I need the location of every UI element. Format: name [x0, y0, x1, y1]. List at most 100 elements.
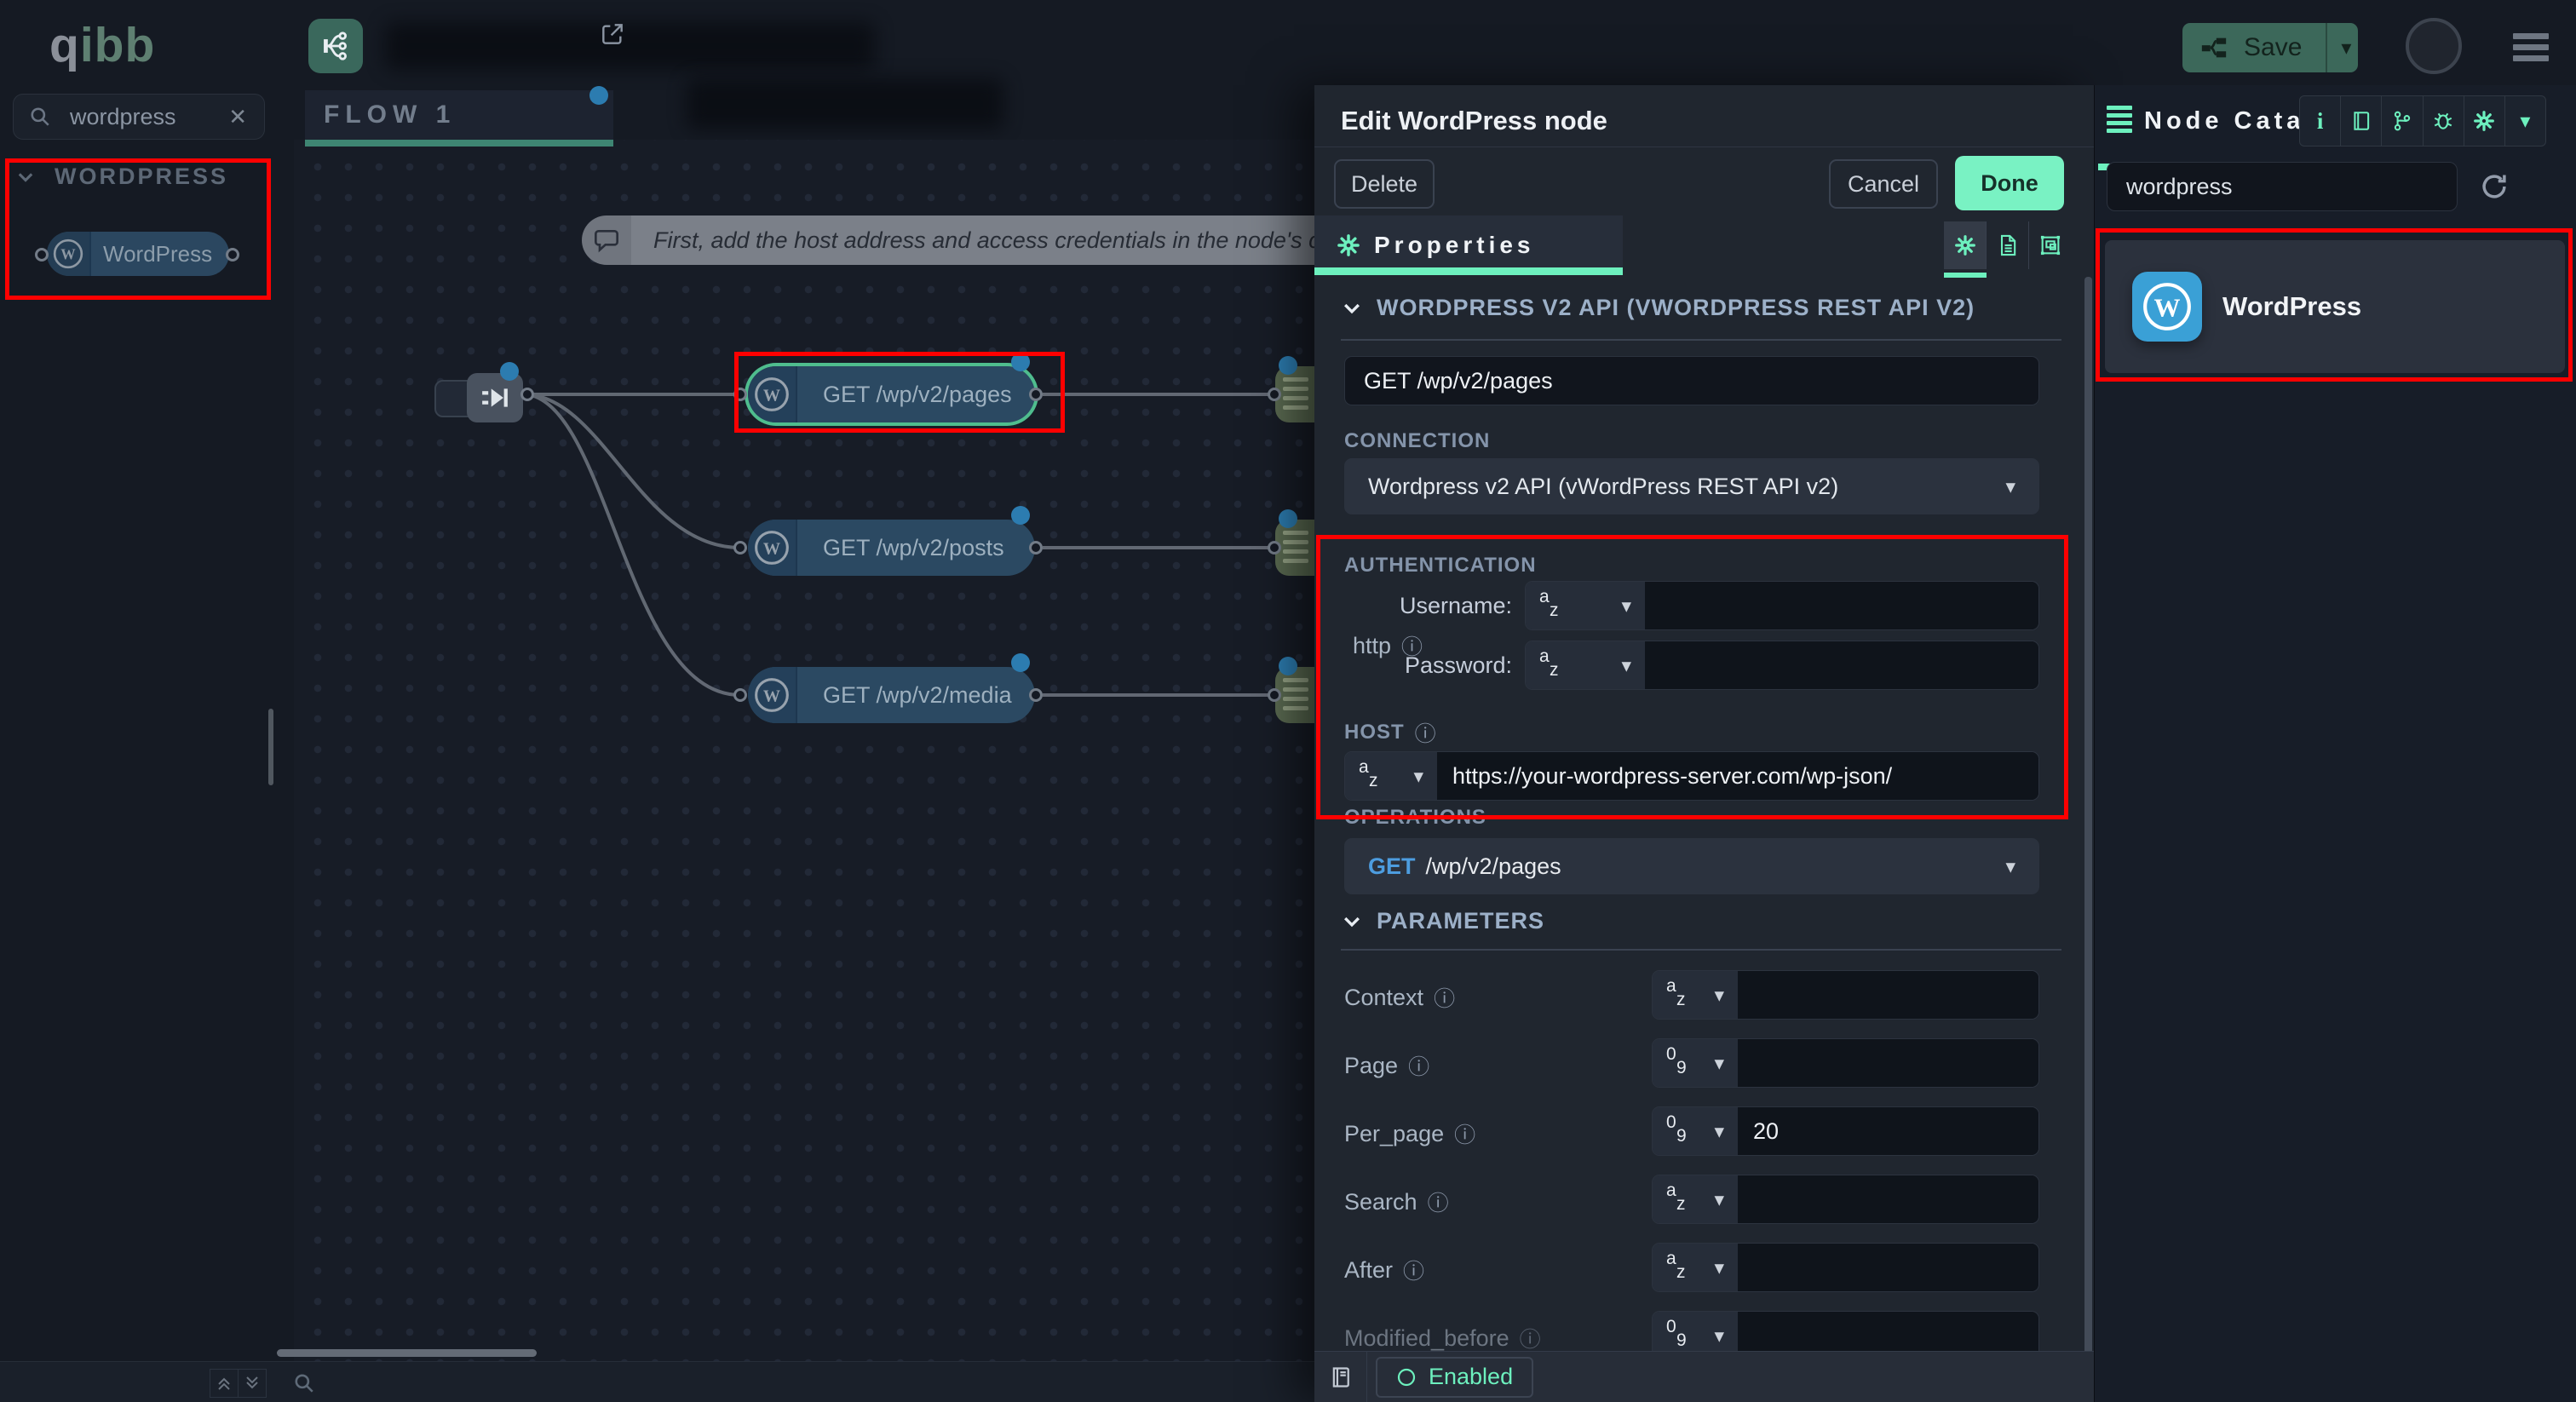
delete-button[interactable]: Delete: [1334, 159, 1435, 209]
node-port[interactable]: [1268, 541, 1281, 554]
canvas-zoom-search-icon[interactable]: [290, 1369, 319, 1398]
section-parameters[interactable]: PARAMETERS: [1341, 908, 1544, 934]
param-field-search[interactable]: az▾: [1652, 1175, 2039, 1224]
debug-button[interactable]: [2424, 96, 2464, 146]
save-button[interactable]: Save ▾: [2182, 23, 2358, 72]
done-button[interactable]: Done: [1955, 156, 2064, 210]
enabled-toggle[interactable]: Enabled: [1376, 1357, 1533, 1398]
cancel-button[interactable]: Cancel: [1829, 159, 1938, 209]
sidebar-search-value[interactable]: wordpress: [70, 104, 228, 130]
flow-canvas[interactable]: [294, 140, 1314, 1361]
edit-node-panel: Edit WordPress node Delete Cancel Done P…: [1314, 85, 2094, 1402]
sidebar-scrollbar[interactable]: [268, 709, 273, 785]
param-input[interactable]: [1738, 971, 2038, 1019]
info-icon[interactable]: ⓘ: [1403, 1255, 1424, 1285]
sidebar-section-wordpress[interactable]: WORDPRESS: [15, 164, 228, 190]
node-port[interactable]: [1029, 388, 1043, 401]
host-field[interactable]: az ▾ https://your-wordpress-server.com/w…: [1344, 751, 2039, 801]
param-type-select[interactable]: az▾: [1653, 1244, 1738, 1291]
password-field[interactable]: az ▾: [1525, 641, 2039, 690]
sidebar-node-wordpress[interactable]: W WordPress: [47, 232, 229, 276]
node-name-input[interactable]: GET /wp/v2/pages: [1344, 356, 2039, 405]
param-type-select[interactable]: az▾: [1653, 971, 1738, 1019]
param-input[interactable]: [1738, 1039, 2038, 1087]
refresh-button[interactable]: [2478, 170, 2510, 203]
node-port[interactable]: [1268, 688, 1281, 702]
param-type-select[interactable]: 09▾: [1653, 1312, 1738, 1351]
node-port[interactable]: [35, 248, 49, 261]
panel-scrollbar[interactable]: [2084, 277, 2092, 1376]
param-type-select[interactable]: az▾: [1653, 1175, 1738, 1223]
inject-node[interactable]: [467, 373, 523, 422]
node-port[interactable]: [733, 688, 747, 702]
flow-node-get-posts[interactable]: W GET /wp/v2/posts: [748, 520, 1035, 576]
info-icon[interactable]: ⓘ: [1434, 982, 1455, 1013]
param-input[interactable]: [1738, 1175, 2038, 1223]
flow-node-get-pages[interactable]: W GET /wp/v2/pages: [748, 366, 1035, 422]
username-type-select[interactable]: az ▾: [1526, 582, 1645, 629]
comment-node[interactable]: First, add the host address and access c…: [582, 215, 1327, 265]
more-dropdown-button[interactable]: ▾: [2505, 96, 2545, 146]
user-avatar[interactable]: [2406, 18, 2462, 74]
documentation-button[interactable]: [1314, 1352, 1367, 1402]
tab-flow-1[interactable]: FLOW 1: [305, 90, 613, 140]
param-field-after[interactable]: az▾: [1652, 1243, 2039, 1292]
info-button[interactable]: i: [2300, 96, 2341, 146]
param-input[interactable]: [1738, 1244, 2038, 1291]
node-port[interactable]: [1029, 541, 1043, 554]
node-port[interactable]: [226, 248, 239, 261]
tab-node-catalog[interactable]: Node Catalog: [2107, 106, 2311, 136]
clear-search-icon[interactable]: ✕: [228, 104, 247, 130]
canvas-horizontal-scrollbar[interactable]: [277, 1349, 537, 1357]
main-menu-icon[interactable]: [2513, 33, 2549, 66]
info-icon[interactable]: ⓘ: [1520, 1323, 1541, 1351]
info-icon[interactable]: ⓘ: [1415, 717, 1436, 748]
info-icon[interactable]: ⓘ: [1428, 1187, 1449, 1217]
node-port[interactable]: [520, 388, 534, 401]
node-port[interactable]: [733, 541, 747, 554]
tab-properties[interactable]: Properties: [1314, 215, 1623, 275]
enabled-radio-icon: [1396, 1367, 1417, 1388]
node-port[interactable]: [733, 388, 747, 401]
operation-select[interactable]: GET /wp/v2/pages ▾: [1344, 838, 2039, 894]
view-description-button[interactable]: [1987, 221, 2029, 269]
node-status-dot: [500, 362, 519, 381]
param-type-select[interactable]: 09▾: [1653, 1107, 1738, 1155]
flow-node-get-media[interactable]: W GET /wp/v2/media: [748, 667, 1035, 723]
catalog-result-wordpress[interactable]: W WordPress: [2105, 240, 2565, 373]
view-appearance-button[interactable]: [2029, 221, 2072, 269]
catalog-search-input[interactable]: wordpress: [2107, 162, 2458, 211]
param-type-select[interactable]: 09▾: [1653, 1039, 1738, 1087]
node-port[interactable]: [1268, 388, 1281, 401]
node-port[interactable]: [1029, 688, 1043, 702]
node-catalog-label: Node Catalog: [2144, 107, 2311, 135]
host-type-select[interactable]: az ▾: [1345, 752, 1437, 800]
info-icon[interactable]: ⓘ: [1454, 1118, 1475, 1149]
param-field-page[interactable]: 09▾: [1652, 1038, 2039, 1088]
param-field-modified-before[interactable]: 09▾: [1652, 1311, 2039, 1351]
settings-button[interactable]: [2464, 96, 2505, 146]
svg-text:W: W: [2154, 292, 2181, 322]
password-input[interactable]: [1645, 641, 2038, 689]
param-input[interactable]: 20: [1738, 1107, 2038, 1155]
param-field-per-page[interactable]: 09▾ 20: [1652, 1106, 2039, 1156]
section-wordpress-api[interactable]: WORDPRESS V2 API (VWORDPRESS REST API V2…: [1341, 295, 1975, 321]
versions-button[interactable]: [2382, 96, 2423, 146]
connection-select[interactable]: Wordpress v2 API (vWordPress REST API v2…: [1344, 458, 2039, 514]
password-type-select[interactable]: az ▾: [1526, 641, 1645, 689]
collapse-up-button[interactable]: [210, 1369, 239, 1398]
view-settings-button[interactable]: [1944, 221, 1987, 269]
collapse-down-button[interactable]: [238, 1369, 267, 1398]
param-input[interactable]: [1738, 1312, 2038, 1351]
username-field[interactable]: az ▾: [1525, 581, 2039, 630]
open-external-icon[interactable]: [599, 20, 626, 48]
sidebar-search[interactable]: wordpress ✕: [13, 94, 265, 140]
divider: [1341, 949, 2061, 951]
info-icon[interactable]: ⓘ: [1408, 1050, 1429, 1081]
username-input[interactable]: [1645, 582, 2038, 629]
wordpress-logo-icon: W: [2132, 272, 2202, 342]
param-field-context[interactable]: az▾: [1652, 970, 2039, 1020]
docs-button[interactable]: [2341, 96, 2382, 146]
save-caret-icon[interactable]: ▾: [2341, 36, 2351, 60]
host-input[interactable]: https://your-wordpress-server.com/wp-jso…: [1437, 752, 2038, 800]
